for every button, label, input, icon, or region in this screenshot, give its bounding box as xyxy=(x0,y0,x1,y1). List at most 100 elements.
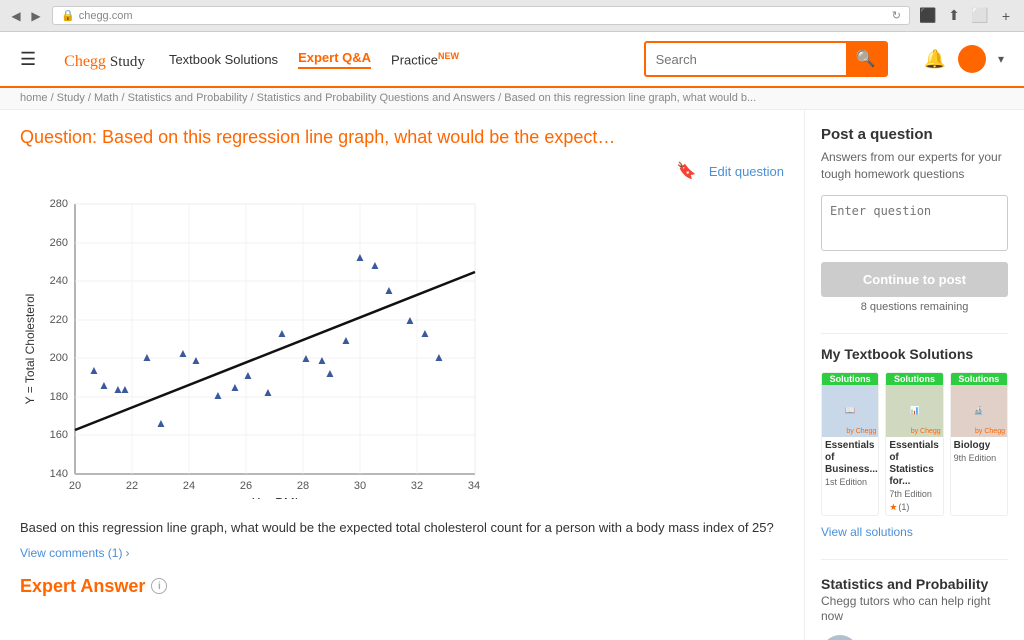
book-badge-3: Solutions xyxy=(951,373,1007,385)
post-question-section: Post a question Answers from our experts… xyxy=(821,126,1008,313)
bell-icon[interactable]: 🔔 xyxy=(924,49,946,70)
expert-answer-section: Expert Answer i xyxy=(20,576,784,597)
address-bar[interactable]: 🔒 chegg.com ↻ xyxy=(52,6,910,25)
search-input[interactable] xyxy=(646,46,846,73)
back-button[interactable]: ◀ xyxy=(8,8,24,24)
chart-container: Y = Total Cholesterol 140 160 180 200 22… xyxy=(20,189,784,502)
new-tab-button[interactable]: + xyxy=(996,6,1016,26)
view-all-solutions-link[interactable]: View all solutions xyxy=(821,525,913,539)
question-input[interactable] xyxy=(821,195,1008,251)
svg-text:▲: ▲ xyxy=(324,366,336,380)
book-edition-2: 7th Edition xyxy=(886,488,942,500)
svg-text:▲: ▲ xyxy=(88,363,100,377)
book-image-1: 📖 by Chegg xyxy=(822,385,878,437)
extensions-button[interactable]: ⬛ xyxy=(918,6,938,26)
info-icon[interactable]: i xyxy=(151,578,167,594)
svg-text:▲: ▲ xyxy=(369,258,381,272)
book-chegg-label-2: by Chegg xyxy=(911,428,941,435)
book-card-3[interactable]: Solutions 🔬 by Chegg Biology 9th Edition xyxy=(950,372,1008,516)
svg-text:▲: ▲ xyxy=(141,350,153,364)
dropdown-arrow-icon[interactable]: ▾ xyxy=(998,52,1004,66)
svg-text:34: 34 xyxy=(468,480,480,492)
svg-text:24: 24 xyxy=(183,480,195,492)
nav-practice[interactable]: Practice xyxy=(391,51,459,67)
window-button[interactable]: ⬜ xyxy=(970,6,990,26)
browser-actions: ⬛ ⬆ ⬜ + xyxy=(918,6,1016,26)
svg-text:140: 140 xyxy=(50,468,68,480)
svg-text:280: 280 xyxy=(50,198,68,210)
svg-text:180: 180 xyxy=(50,391,68,403)
bookmark-icon[interactable]: 🔖 xyxy=(677,161,697,181)
book-chegg-label-3: by Chegg xyxy=(975,428,1005,435)
svg-text:32: 32 xyxy=(411,480,423,492)
svg-text:▲: ▲ xyxy=(190,353,202,367)
book-title-2: Essentials of Statistics for... xyxy=(886,437,942,488)
book-badge-1: Solutions xyxy=(822,373,878,385)
expert-answer-title-text: Expert Answer xyxy=(20,576,145,597)
svg-text:▲: ▲ xyxy=(98,378,110,392)
nav-links: Textbook Solutions Expert Q&A Practice xyxy=(169,50,459,69)
book-edition-1: 1st Edition xyxy=(822,476,878,488)
svg-text:▲: ▲ xyxy=(419,326,431,340)
content-left: Question: Based on this regression line … xyxy=(0,110,804,640)
book-rating-2: ★ (1) xyxy=(886,500,942,515)
svg-text:▲: ▲ xyxy=(119,382,131,396)
logo-study: Study xyxy=(110,54,145,70)
textbook-solutions-section: My Textbook Solutions Solutions 📖 by Che… xyxy=(821,346,1008,539)
svg-text:160: 160 xyxy=(50,429,68,441)
book-chegg-label-1: by Chegg xyxy=(846,428,876,435)
stats-prob-title: Statistics and Probability xyxy=(821,576,1008,592)
hamburger-menu[interactable]: ☰ xyxy=(20,49,36,70)
rating-count-2: (1) xyxy=(898,502,909,512)
textbook-books: Solutions 📖 by Chegg Essentials of Busin… xyxy=(821,372,1008,516)
post-question-subtitle: Answers from our experts for your tough … xyxy=(821,149,1008,183)
view-comments-link[interactable]: View comments (1) › xyxy=(20,546,784,560)
svg-text:▲: ▲ xyxy=(316,353,328,367)
search-button[interactable]: 🔍 xyxy=(846,43,886,75)
svg-text:▲: ▲ xyxy=(177,346,189,360)
url-text: chegg.com xyxy=(79,10,133,22)
book-card-2[interactable]: Solutions 📊 by Chegg Essentials of Stati… xyxy=(885,372,943,516)
svg-text:▲: ▲ xyxy=(354,250,366,264)
svg-text:30: 30 xyxy=(354,480,366,492)
tutor-avatar-wrap-1: 👨 xyxy=(821,635,859,640)
svg-text:▲: ▲ xyxy=(300,351,312,365)
svg-text:▲: ▲ xyxy=(262,385,274,399)
book-badge-2: Solutions xyxy=(886,373,942,385)
questions-remaining: 8 questions remaining xyxy=(821,301,1008,313)
svg-text:240: 240 xyxy=(50,275,68,287)
continue-to-post-button[interactable]: Continue to post xyxy=(821,262,1008,297)
svg-text:26: 26 xyxy=(240,480,252,492)
forward-button[interactable]: ▶ xyxy=(28,8,44,24)
refresh-icon[interactable]: ↻ xyxy=(892,9,901,22)
svg-text:▲: ▲ xyxy=(212,388,224,402)
user-avatar[interactable] xyxy=(958,45,986,73)
tutor-card-1: 👨 Eric M. Brown, UPenn Medi... 👍 19 xyxy=(821,635,1008,640)
svg-text:260: 260 xyxy=(50,237,68,249)
stats-prob-subtitle: Chegg tutors who can help right now xyxy=(821,594,1008,625)
question-actions: 🔖 Edit question xyxy=(20,161,784,181)
svg-text:▲: ▲ xyxy=(433,350,445,364)
textbook-solutions-title: My Textbook Solutions xyxy=(821,346,1008,362)
chevron-right-icon: › xyxy=(125,546,129,560)
breadcrumb-text: home / Study / Math / Statistics and Pro… xyxy=(20,92,756,104)
nav-expert-qa[interactable]: Expert Q&A xyxy=(298,50,371,69)
nav-textbook-solutions[interactable]: Textbook Solutions xyxy=(169,52,278,67)
logo-chegg: Chegg xyxy=(64,53,106,70)
nav-icons: 🔔 ▾ xyxy=(924,45,1004,73)
post-question-title: Post a question xyxy=(821,126,1008,143)
chegg-logo: CheggStudy xyxy=(60,46,145,72)
svg-text:20: 20 xyxy=(69,480,81,492)
svg-text:▲: ▲ xyxy=(276,326,288,340)
y-axis-label: Y = Total Cholesterol xyxy=(23,294,37,405)
book-image-2: 📊 by Chegg xyxy=(886,385,942,437)
share-button[interactable]: ⬆ xyxy=(944,6,964,26)
book-card-1[interactable]: Solutions 📖 by Chegg Essentials of Busin… xyxy=(821,372,879,516)
svg-text:▲: ▲ xyxy=(404,313,416,327)
svg-text:▲: ▲ xyxy=(383,283,395,297)
divider-2 xyxy=(821,559,1008,560)
edit-question-link[interactable]: Edit question xyxy=(709,164,784,179)
star-icon: ★ xyxy=(889,502,897,513)
divider xyxy=(821,333,1008,334)
book-title-3: Biology xyxy=(951,437,1007,452)
